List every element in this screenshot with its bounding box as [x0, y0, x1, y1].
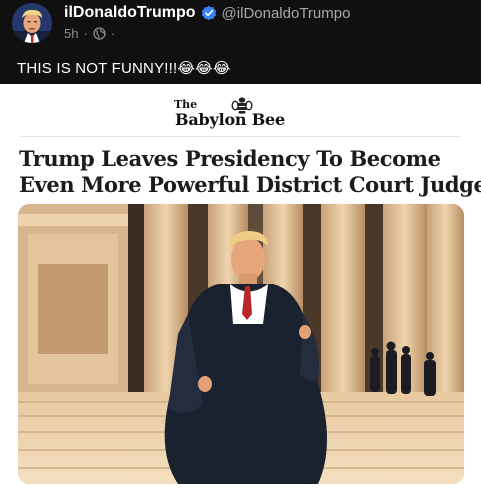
- shared-image-card[interactable]: The Babylon Bee Trump Leaves Presidency …: [0, 84, 481, 500]
- verified-badge-icon: [201, 5, 217, 21]
- globe-icon: [93, 27, 106, 40]
- avatar[interactable]: [12, 3, 52, 43]
- post-text: THIS IS NOT FUNNY!!!😂😂😂: [17, 60, 231, 77]
- author-handle[interactable]: @ilDonaldoTrumpo: [222, 5, 351, 22]
- author-name[interactable]: ilDonaldoTrumpo: [64, 4, 196, 22]
- post-meta: 5h · ·: [64, 26, 115, 41]
- header-divider: [20, 136, 461, 137]
- meta-trailing-dot: ·: [110, 26, 116, 41]
- judge-illustration: [18, 204, 464, 484]
- article-headline[interactable]: Trump Leaves Presidency To Become Even M…: [19, 146, 481, 198]
- meta-separator: ·: [83, 26, 88, 41]
- headline-line-2: Even More Powerful District Court Judge: [19, 172, 481, 197]
- babylon-bee-logo: The Babylon Bee: [0, 96, 481, 132]
- article-image[interactable]: [18, 204, 464, 484]
- post-header: ilDonaldoTrumpo @ilDonaldoTrumpo 5h · ·: [0, 0, 481, 50]
- author-line: ilDonaldoTrumpo @ilDonaldoTrumpo: [64, 3, 350, 23]
- post-time[interactable]: 5h: [64, 26, 78, 41]
- headline-line-1: Trump Leaves Presidency To Become: [19, 146, 441, 171]
- avatar-image: [12, 3, 52, 43]
- logo-name: Babylon Bee: [175, 110, 286, 129]
